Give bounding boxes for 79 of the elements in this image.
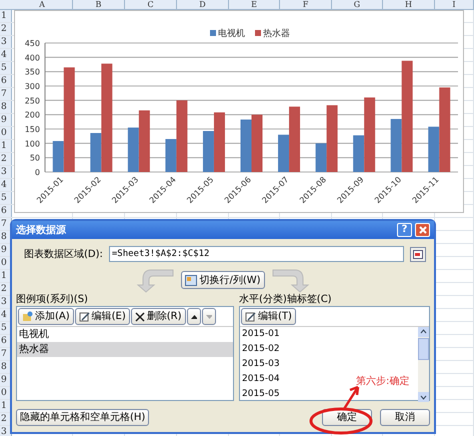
column-header[interactable]: F [280, 0, 332, 9]
bar [138, 110, 150, 172]
series-item[interactable]: 热水器 [17, 342, 233, 357]
column-header[interactable]: H [383, 0, 435, 9]
series-label: 图例项(系列)(S) [16, 293, 89, 306]
y-tick-label: 0 [34, 168, 40, 177]
edit-icon [78, 311, 90, 322]
legend-label: 热水器 [263, 29, 290, 39]
up-arrow-icon [190, 314, 197, 318]
category-item[interactable]: 2015-04 [240, 372, 282, 387]
range-select-icon [413, 250, 423, 258]
edit-axis-button[interactable]: 编辑(T) [241, 308, 296, 325]
row-header[interactable]: 2 [0, 153, 12, 165]
category-label: 水平(分类)轴标签(C) [239, 293, 333, 306]
edit-button[interactable]: 编辑(E) [74, 308, 130, 325]
row-header[interactable]: 6 [0, 205, 12, 217]
row-header[interactable]: 5 [0, 192, 12, 204]
bar [128, 128, 139, 172]
category-item[interactable]: 2015-03 [240, 357, 282, 372]
category-item[interactable]: 2015-01 [240, 327, 282, 342]
row-header[interactable]: 6 [0, 75, 12, 87]
scroll-up-icon [418, 327, 429, 337]
collapse-button[interactable] [410, 246, 426, 262]
series-item[interactable]: 电视机 [17, 327, 233, 342]
hidden-cells-button[interactable]: 隐藏的单元格和空单元格(H) [16, 409, 150, 426]
scroll-down-icon [418, 392, 429, 402]
down-arrow-icon [206, 314, 212, 318]
column-header[interactable]: G [332, 0, 383, 9]
legend-label: 电视机 [218, 29, 245, 39]
row-header[interactable]: 7 [0, 218, 12, 230]
cancel-button[interactable]: 取消 [380, 409, 430, 426]
row-header[interactable]: 7 [0, 88, 12, 100]
row-header[interactable]: 0 [0, 127, 12, 139]
column-header[interactable]: A [12, 0, 73, 9]
row-header[interactable]: 4 [0, 49, 12, 61]
column-header[interactable]: D [177, 0, 229, 9]
row-header[interactable]: 1 [0, 140, 12, 152]
move-up-button[interactable] [186, 308, 201, 325]
y-tick-label: 50 [30, 154, 40, 163]
row-header[interactable]: 4 [0, 179, 12, 191]
category-item[interactable]: 2015-05 [240, 387, 282, 402]
y-tick-label: 150 [24, 125, 40, 134]
row-header[interactable]: 8 [0, 101, 12, 113]
edit-icon [245, 311, 256, 322]
category-item[interactable]: 2015-02 [240, 342, 282, 357]
help-button[interactable]: ? [397, 223, 412, 237]
y-tick-label: 100 [24, 139, 40, 148]
y-tick-label: 250 [24, 96, 40, 106]
column-header[interactable]: I [435, 0, 474, 9]
y-tick-label: 400 [24, 53, 40, 62]
row-header[interactable]: 9 [0, 114, 12, 126]
annotation-text: 第六步:确定 [356, 374, 410, 389]
switch-icon [185, 274, 198, 286]
y-tick-label: 300 [24, 82, 40, 91]
row-header[interactable]: 5 [0, 62, 12, 74]
column-header[interactable]: B [73, 0, 125, 9]
delete-icon [134, 312, 145, 322]
column-header[interactable]: E [229, 0, 280, 9]
y-tick-label: 200 [24, 110, 40, 120]
bar [252, 114, 262, 172]
close-button[interactable] [415, 223, 430, 237]
close-icon [418, 226, 426, 234]
add-series-icon [22, 311, 33, 322]
bar [240, 120, 252, 172]
column-header[interactable]: C [125, 0, 177, 9]
row-header[interactable]: 2 [0, 23, 12, 35]
switch-row-column-button[interactable]: 切换行/列(W) [181, 271, 265, 289]
row-header[interactable]: 3 [0, 36, 12, 48]
row-header[interactable]: 1 [0, 10, 12, 22]
delete-button[interactable]: 删除(R) [130, 308, 186, 325]
scrollbar[interactable] [418, 327, 429, 402]
range-label: 图表数据区域(D): [24, 248, 103, 262]
row-header[interactable]: 3 [0, 166, 12, 178]
scroll-thumb[interactable] [418, 338, 429, 360]
y-tick-label: 450 [24, 39, 40, 48]
add-button[interactable]: 添加(A) [18, 308, 74, 325]
y-tick-label: 350 [24, 68, 40, 77]
window-title: 选择数据源 [16, 224, 66, 238]
range-input[interactable]: =Sheet3!$A$2:$C$12 [108, 246, 404, 262]
